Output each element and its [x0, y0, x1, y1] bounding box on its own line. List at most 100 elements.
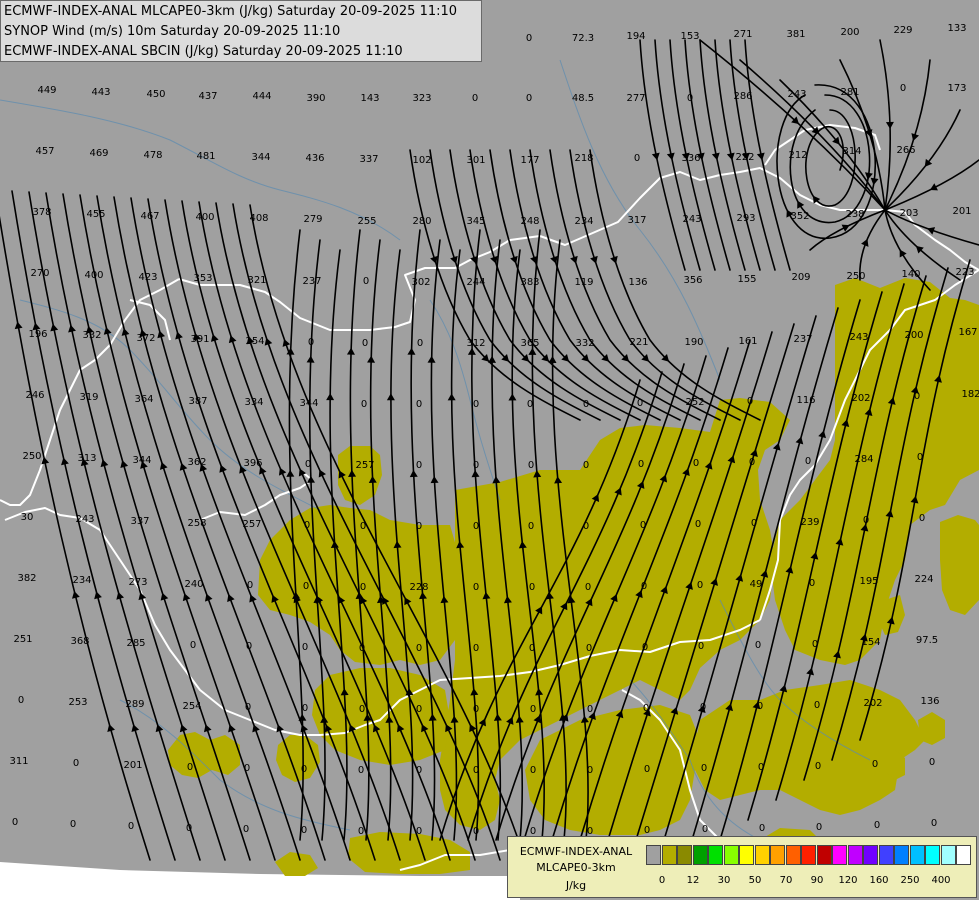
cin-value-label: 0 [644, 764, 650, 775]
cin-value-label: 0 [473, 460, 479, 471]
legend-swatch [863, 845, 878, 865]
cin-value-label: 0 [12, 817, 18, 828]
cin-value-label: 0 [687, 93, 693, 104]
cin-value-label: 337 [359, 154, 378, 165]
cin-value-label: 0 [872, 759, 878, 770]
cin-value-label: 229 [893, 25, 912, 36]
cin-value-label: 289 [125, 699, 144, 710]
legend-swatch [878, 845, 894, 865]
legend-swatch [723, 845, 739, 865]
cin-value-label: 243 [849, 332, 868, 343]
cin-value-label: 250 [846, 271, 865, 282]
cin-value-label: 450 [146, 89, 165, 100]
cin-value-label: 0 [473, 643, 479, 654]
legend-tick-label: 90 [810, 875, 824, 886]
cin-value-label: 423 [138, 272, 157, 283]
cin-value-label: 0 [747, 396, 753, 407]
cin-value-label: 344 [132, 455, 151, 466]
cin-value-label: 281 [840, 87, 859, 98]
cin-value-label: 0 [758, 762, 764, 773]
legend-title-model: ECMWF-INDEX-ANAL [519, 845, 633, 858]
cin-value-label: 0 [362, 338, 368, 349]
cin-value-label: 436 [305, 153, 324, 164]
cin-value-label: 0 [695, 519, 701, 530]
cin-value-label: 372 [136, 333, 155, 344]
cin-value-label: 154 [861, 637, 880, 648]
legend-swatch [770, 845, 785, 865]
legend-tick-label: 400 [931, 875, 951, 886]
cin-value-label: 0 [751, 518, 757, 529]
cin-value-label: 0 [587, 765, 593, 776]
cin-value-label: 212 [788, 150, 807, 161]
cin-value-label: 243 [787, 89, 806, 100]
cin-value-label: 136 [920, 696, 939, 707]
cin-value-label: 314 [842, 146, 861, 157]
legend-swatch [847, 845, 863, 865]
cin-value-label: 203 [899, 208, 918, 219]
cin-value-label: 455 [86, 209, 105, 220]
cin-value-label: 387 [188, 396, 207, 407]
legend-tick-label: 120 [838, 875, 858, 886]
cin-value-label: 0 [308, 337, 314, 348]
cin-value-label: 390 [306, 93, 325, 104]
cin-value-label: 0 [929, 757, 935, 768]
cin-value-label: 0 [586, 643, 592, 654]
cin-value-label: 0 [642, 642, 648, 653]
legend-swatch [692, 845, 708, 865]
cin-value-label: 0 [701, 763, 707, 774]
cin-value-label: 266 [896, 145, 915, 156]
map-canvas[interactable]: 212 243 0 0 72.3 194 153 271 381 200 229 133 449 443 4… [0, 0, 979, 900]
cin-value-label: 481 [196, 151, 215, 162]
cin-value-label: 201 [123, 760, 142, 771]
cin-value-label: 284 [854, 454, 873, 465]
cin-value-label: 257 [355, 460, 374, 471]
cin-value-label: 237 [793, 334, 812, 345]
cin-value-label: 356 [683, 275, 702, 286]
cin-value-label: 0 [473, 582, 479, 593]
cin-value-label: 0 [530, 765, 536, 776]
cin-value-label: 364 [134, 394, 153, 405]
cin-value-label: 0 [359, 643, 365, 654]
cin-value-label: 0 [816, 822, 822, 833]
cin-value-label: 0 [360, 582, 366, 593]
cin-value-label: 449 [37, 85, 56, 96]
cin-value-label: 143 [360, 93, 379, 104]
cin-value-label: 182 [961, 389, 979, 400]
cin-value-label: 0 [528, 460, 534, 471]
cin-value-label: 0 [638, 459, 644, 470]
cin-value-label: 200 [904, 330, 923, 341]
cin-value-label: 0 [809, 578, 815, 589]
legend-swatch [646, 845, 661, 865]
cin-value-label: 258 [187, 518, 206, 529]
cin-value-label: 246 [25, 390, 44, 401]
cin-value-label: 248 [520, 216, 539, 227]
cin-value-label: 221 [629, 337, 648, 348]
cin-value-label: 0 [416, 765, 422, 776]
cin-value-label: 161 [738, 336, 757, 347]
legend-tick-label: 70 [779, 875, 793, 886]
cin-value-label: 133 [947, 23, 966, 34]
cin-value-label: 0 [931, 818, 937, 829]
cin-value-label: 271 [733, 29, 752, 40]
header-line-cape: ECMWF-INDEX-ANAL MLCAPE0-3km (J/kg) Satu… [4, 4, 458, 19]
cin-value-label: 0 [530, 704, 536, 715]
cin-value-label: 136 [628, 277, 647, 288]
cin-value-label: 202 [863, 698, 882, 709]
cin-value-label: 467 [140, 211, 159, 222]
cin-value-label: 0 [640, 520, 646, 531]
cin-value-label: 200 [840, 27, 859, 38]
cin-value-label: 201 [952, 206, 971, 217]
cin-value-label: 0 [698, 641, 704, 652]
cin-value-label: 478 [143, 150, 162, 161]
legend-swatch [801, 845, 816, 865]
cin-value-label: 0 [917, 452, 923, 463]
cin-value-label: 218 [574, 153, 593, 164]
cin-value-label: 302 [411, 277, 430, 288]
cin-value-label: 0 [473, 765, 479, 776]
cin-value-label: 0 [526, 33, 532, 44]
cin-value-label: 336 [681, 153, 700, 164]
map-header: ECMWF-INDEX-ANAL MLCAPE0-3km (J/kg) Satu… [0, 0, 482, 62]
cin-value-label: 222 [735, 152, 754, 163]
cin-value-label: 116 [796, 395, 815, 406]
cin-value-label: 0 [900, 83, 906, 94]
